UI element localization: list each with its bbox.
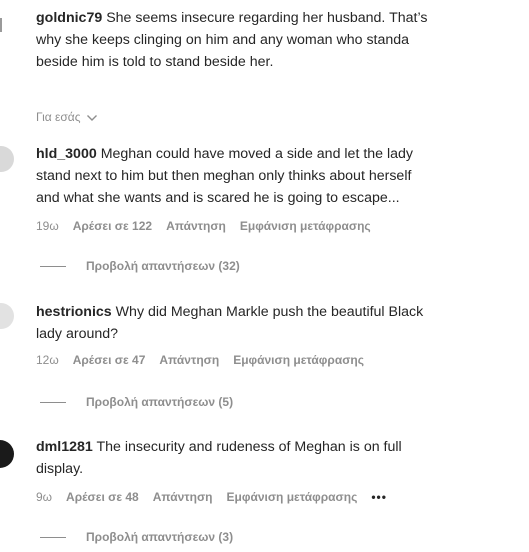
cut-off-text	[36, 85, 396, 89]
divider	[40, 537, 66, 539]
comment-text: hestrionics Why did Meghan Markle push t…	[36, 304, 424, 320]
reply-button[interactable]: Απάντηση	[153, 490, 213, 504]
view-replies-button[interactable]: Προβολή απαντήσεων (5)	[40, 395, 233, 409]
timestamp: 9ω	[36, 490, 53, 504]
username[interactable]: hld_3000	[36, 146, 97, 162]
username[interactable]: goldnic79	[36, 10, 102, 26]
username[interactable]: hestrionics	[36, 304, 112, 320]
timestamp: 12ω	[36, 353, 59, 367]
view-replies-label: Προβολή απαντήσεων (3)	[86, 530, 234, 544]
avatar[interactable]	[0, 146, 14, 172]
likes-count[interactable]: Αρέσει σε 48	[66, 490, 139, 504]
translate-button[interactable]: Εμφάνιση μετάφρασης	[240, 219, 371, 233]
likes-count[interactable]: Αρέσει σε 47	[73, 353, 146, 367]
likes-count[interactable]: Αρέσει σε 122	[73, 219, 152, 233]
comment-meta: 19ω Αρέσει σε 122 Απάντηση Εμφάνιση μετάφρα…	[36, 219, 385, 233]
translate-button[interactable]: Εμφάνιση μετάφρασης	[233, 353, 364, 367]
view-replies-button[interactable]: Προβολή απαντήσεων (32)	[40, 259, 240, 273]
comment-text-line: why she keeps clinging on him and any wo…	[36, 32, 410, 48]
comment-text: dml1281 The insecurity and rudeness of M…	[36, 439, 402, 455]
comment-meta: 12ω Αρέσει σε 47 Απάντηση Εμφάνιση μετάφρασ…	[36, 353, 378, 367]
divider	[40, 402, 66, 404]
view-replies-button[interactable]: Προβολή απαντήσεων (3)	[40, 530, 233, 544]
view-replies-label: Προβολή απαντήσεων (32)	[86, 259, 240, 273]
reply-button[interactable]: Απάντηση	[166, 219, 226, 233]
reply-button[interactable]: Απάντηση	[159, 353, 219, 367]
timestamp: 19ω	[36, 219, 59, 233]
chevron-down-icon	[86, 114, 97, 121]
comment-meta: 9ω Αρέσει σε 48 Απάντηση Εμφάνιση μετάφραση…	[36, 490, 401, 504]
view-replies-label: Προβολή απαντήσεων (5)	[86, 395, 234, 409]
section-label: Για εσάς	[36, 110, 81, 124]
avatar[interactable]	[0, 440, 14, 468]
more-options-icon[interactable]: •••	[371, 490, 387, 504]
comment-text-line: beside him is told to stand beside her.	[36, 54, 274, 70]
avatar[interactable]	[0, 303, 14, 329]
translate-button[interactable]: Εμφάνιση μετάφρασης	[227, 490, 358, 504]
comment-text-line: and what she wants and is scared he is g…	[36, 190, 400, 206]
username[interactable]: dml1281	[36, 439, 93, 455]
comment-text-line: display.	[36, 461, 84, 477]
comment-text-line: lady around?	[36, 326, 119, 342]
comment-text-line: stand next to him but then meghan only t…	[36, 168, 412, 184]
for-you-dropdown[interactable]: Για εσάς	[36, 110, 98, 124]
divider	[40, 266, 66, 268]
comment-text: hld_3000 Meghan could have moved a side …	[36, 146, 414, 162]
avatar[interactable]	[0, 18, 2, 32]
comment-text: goldnic79 She seems insecure regarding h…	[36, 10, 428, 26]
